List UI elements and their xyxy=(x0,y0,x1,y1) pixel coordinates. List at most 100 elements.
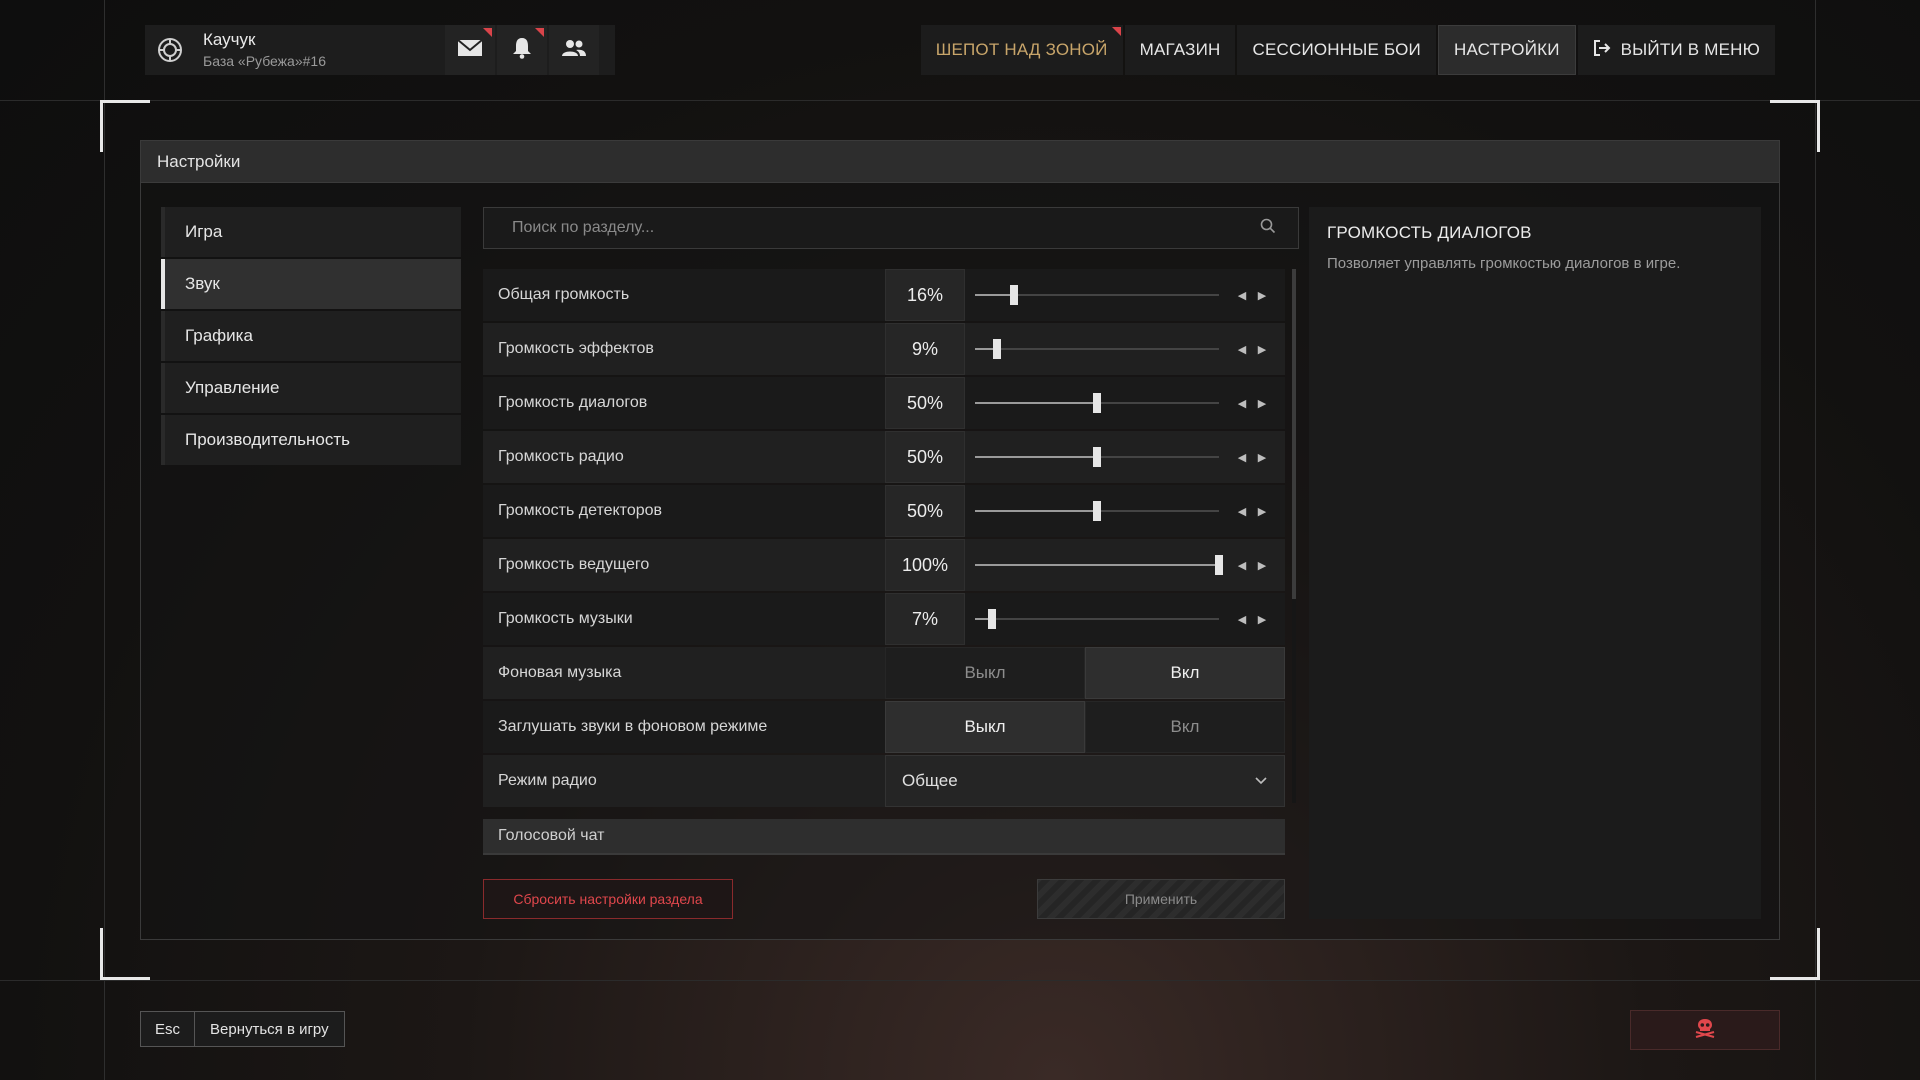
setting-label: Режим радио xyxy=(498,772,597,789)
increase-arrow-icon[interactable]: ▶ xyxy=(1257,609,1267,629)
settings-list: Общая громкость 16% ◀ ▶ Громкость эффекто… xyxy=(483,269,1285,809)
setting-label: Громкость диалогов xyxy=(498,394,648,411)
sidebar-item-performance[interactable]: Производительность xyxy=(161,415,461,465)
setting-row-mute-in-background: Заглушать звуки в фоновом режиме Выкл Вк… xyxy=(483,701,1285,753)
slider-fill xyxy=(975,456,1097,458)
slider-handle[interactable] xyxy=(1093,447,1101,467)
decrease-arrow-icon[interactable]: ◀ xyxy=(1237,609,1247,629)
sidebar-item-label: Звук xyxy=(185,274,220,293)
sidebar-item-label: Графика xyxy=(185,326,253,345)
settings-panel: Настройки Игра Звук Графика Управление П… xyxy=(140,140,1780,940)
slider-fill xyxy=(975,402,1097,404)
notification-marker xyxy=(535,28,544,37)
decrease-arrow-icon[interactable]: ◀ xyxy=(1237,339,1247,359)
mail-button[interactable] xyxy=(445,25,495,75)
toggle-off-option[interactable]: Выкл xyxy=(885,647,1085,699)
player-base: База «Рубежа»#16 xyxy=(203,53,326,69)
back-to-game-button[interactable]: Esc Вернуться в игру xyxy=(140,1011,345,1047)
reset-section-button[interactable]: Сбросить настройки раздела xyxy=(483,879,733,919)
skull-button[interactable] xyxy=(1630,1010,1780,1050)
nav-exit-to-menu[interactable]: ВЫЙТИ В МЕНЮ xyxy=(1577,25,1775,75)
slider-fill xyxy=(975,510,1097,512)
volume-slider[interactable]: ◀ ▶ xyxy=(965,431,1285,483)
value-readout: 50% xyxy=(885,431,965,483)
nav-session-battles[interactable]: СЕССИОННЫЕ БОИ xyxy=(1237,25,1436,75)
setting-row-effects-volume: Громкость эффектов 9% ◀ ▶ xyxy=(483,323,1285,375)
toggle-on-option[interactable]: Вкл xyxy=(1085,701,1285,753)
value-readout: 7% xyxy=(885,593,965,645)
setting-label: Громкость радио xyxy=(498,448,624,465)
setting-row-dialog-volume: Громкость диалогов 50% ◀ ▶ xyxy=(483,377,1285,429)
settings-scrollbar[interactable] xyxy=(1292,269,1296,803)
chevron-down-icon xyxy=(1254,771,1268,791)
toggle-switch: Выкл Вкл xyxy=(885,701,1285,753)
value-readout: 50% xyxy=(885,377,965,429)
slider-track[interactable] xyxy=(975,285,1219,305)
setting-row-radio-volume: Громкость радио 50% ◀ ▶ xyxy=(483,431,1285,483)
faction-emblem-icon xyxy=(145,25,195,75)
search-icon[interactable] xyxy=(1260,218,1276,239)
decrease-arrow-icon[interactable]: ◀ xyxy=(1237,393,1247,413)
setting-row-detectors-volume: Громкость детекторов 50% ◀ ▶ xyxy=(483,485,1285,537)
toggle-off-option[interactable]: Выкл xyxy=(885,701,1085,753)
slider-track[interactable] xyxy=(975,501,1219,521)
increase-arrow-icon[interactable]: ▶ xyxy=(1257,447,1267,467)
volume-slider[interactable]: ◀ ▶ xyxy=(965,539,1285,591)
sidebar-item-graphics[interactable]: Графика xyxy=(161,311,461,361)
nav-settings[interactable]: НАСТРОЙКИ xyxy=(1437,25,1576,75)
slider-handle[interactable] xyxy=(1010,285,1019,305)
slider-handle[interactable] xyxy=(992,339,1001,359)
friends-button[interactable] xyxy=(549,25,599,75)
scrollbar-thumb[interactable] xyxy=(1292,269,1296,599)
slider-track[interactable] xyxy=(975,609,1219,629)
nav-shop[interactable]: МАГАЗИН xyxy=(1124,25,1236,75)
setting-label: Громкость детекторов xyxy=(498,502,663,519)
section-header-voice-chat[interactable]: Голосовой чат xyxy=(483,819,1285,855)
slider-handle[interactable] xyxy=(988,609,997,629)
decrease-arrow-icon[interactable]: ◀ xyxy=(1237,447,1247,467)
sidebar-item-game[interactable]: Игра xyxy=(161,207,461,257)
radio-mode-dropdown[interactable]: Общее xyxy=(885,755,1285,807)
decrease-arrow-icon[interactable]: ◀ xyxy=(1237,501,1247,521)
decrease-arrow-icon[interactable]: ◀ xyxy=(1237,555,1247,575)
nav-label: СЕССИОННЫЕ БОИ xyxy=(1252,40,1421,59)
increase-arrow-icon[interactable]: ▶ xyxy=(1257,501,1267,521)
apply-button[interactable]: Применить xyxy=(1037,879,1285,919)
mail-icon xyxy=(457,38,483,63)
increase-arrow-icon[interactable]: ▶ xyxy=(1257,285,1267,305)
toggle-on-option[interactable]: Вкл xyxy=(1085,647,1285,699)
volume-slider[interactable]: ◀ ▶ xyxy=(965,323,1285,375)
setting-row-host-volume: Громкость ведущего 100% ◀ ▶ xyxy=(483,539,1285,591)
slider-track[interactable] xyxy=(975,447,1219,467)
sidebar-item-label: Производительность xyxy=(185,430,351,449)
increase-arrow-icon[interactable]: ▶ xyxy=(1257,393,1267,413)
sidebar-item-sound[interactable]: Звук xyxy=(161,259,461,309)
slider-track[interactable] xyxy=(975,339,1219,359)
panel-title: Настройки xyxy=(141,141,1779,183)
slider-track[interactable] xyxy=(975,555,1223,575)
slider-handle[interactable] xyxy=(1215,555,1223,575)
toggle-switch: Выкл Вкл xyxy=(885,647,1285,699)
value-readout: 50% xyxy=(885,485,965,537)
friends-icon xyxy=(562,38,586,63)
slider-handle[interactable] xyxy=(1093,393,1101,413)
volume-slider[interactable]: ◀ ▶ xyxy=(965,269,1285,321)
skull-icon xyxy=(1694,1018,1716,1043)
sidebar-item-label: Игра xyxy=(185,222,223,241)
decrease-arrow-icon[interactable]: ◀ xyxy=(1237,285,1247,305)
setting-row-master-volume: Общая громкость 16% ◀ ▶ xyxy=(483,269,1285,321)
slider-handle[interactable] xyxy=(1093,501,1101,521)
sidebar-item-controls[interactable]: Управление xyxy=(161,363,461,413)
volume-slider[interactable]: ◀ ▶ xyxy=(965,593,1285,645)
increase-arrow-icon[interactable]: ▶ xyxy=(1257,339,1267,359)
slider-track[interactable] xyxy=(975,393,1219,413)
increase-arrow-icon[interactable]: ▶ xyxy=(1257,555,1267,575)
volume-slider[interactable]: ◀ ▶ xyxy=(965,377,1285,429)
search-input[interactable] xyxy=(512,219,1260,237)
nav-label: МАГАЗИН xyxy=(1139,40,1221,59)
dropdown-value: Общее xyxy=(902,771,958,790)
notifications-button[interactable] xyxy=(497,25,547,75)
nav-label: ВЫЙТИ В МЕНЮ xyxy=(1620,40,1760,59)
nav-whisper-over-zone[interactable]: ШЕПОТ НАД ЗОНОЙ xyxy=(920,25,1123,75)
volume-slider[interactable]: ◀ ▶ xyxy=(965,485,1285,537)
